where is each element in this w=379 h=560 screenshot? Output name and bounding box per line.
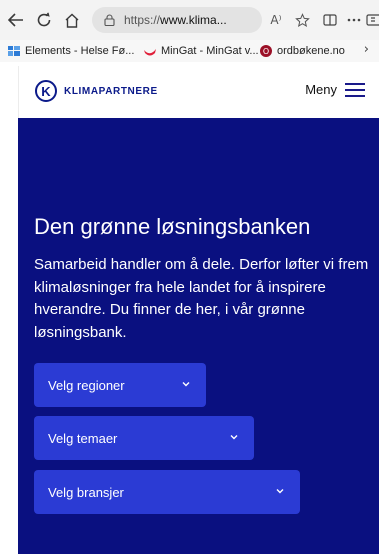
sidebar-icon[interactable] bbox=[366, 10, 379, 30]
region-select-label: Velg regioner bbox=[48, 377, 125, 393]
industry-select-label: Velg bransjer bbox=[48, 484, 124, 500]
browser-toolbar: https://www.klima... A⁾ bbox=[0, 0, 379, 40]
more-options-icon[interactable] bbox=[344, 10, 364, 30]
refresh-icon[interactable] bbox=[34, 10, 54, 30]
region-select[interactable]: Velg regioner bbox=[34, 363, 206, 407]
bookmark-label: ordbøkene.no bbox=[277, 45, 345, 57]
menu-button[interactable]: Meny bbox=[305, 82, 365, 97]
site-header: K KLIMAPARTNERE Meny bbox=[18, 66, 379, 118]
address-bar[interactable]: https://www.klima... bbox=[92, 7, 262, 33]
chevron-down-icon bbox=[276, 489, 284, 494]
read-aloud-icon[interactable]: A⁾ bbox=[266, 10, 286, 30]
ordbokene-favicon-icon: O bbox=[260, 45, 272, 57]
back-arrow-icon[interactable] bbox=[6, 10, 26, 30]
page-title: Den grønne løsningsbanken bbox=[34, 214, 311, 239]
menu-label: Meny bbox=[305, 82, 337, 97]
bookmark-label: MinGat - MinGat v... bbox=[161, 45, 259, 57]
svg-text:O: O bbox=[263, 47, 269, 56]
topic-select[interactable]: Velg temaer bbox=[34, 416, 254, 460]
hamburger-icon bbox=[345, 82, 365, 97]
logo-text: KLIMAPARTNERE bbox=[64, 85, 158, 97]
bookmark-label: Elements - Helse Fø... bbox=[25, 45, 135, 57]
industry-select[interactable]: Velg bransjer bbox=[34, 470, 300, 514]
bookmarks-more-icon[interactable]: › bbox=[364, 42, 369, 57]
hero-section: Den grønne løsningsbanken Samarbeid hand… bbox=[18, 118, 379, 554]
hero-description: Samarbeid handler om å dele. Derfor løft… bbox=[34, 256, 369, 341]
bookmark-elements[interactable]: Elements - Helse Fø... bbox=[8, 43, 134, 59]
home-icon[interactable] bbox=[62, 10, 82, 30]
logo-mark-icon: K bbox=[35, 80, 57, 102]
chevron-down-icon bbox=[182, 382, 190, 387]
bookmark-mingat[interactable]: MinGat - MinGat v... bbox=[144, 43, 259, 59]
topic-select-label: Velg temaer bbox=[48, 430, 118, 446]
chevron-down-icon bbox=[230, 435, 238, 440]
bookmark-ordbokene[interactable]: O ordbøkene.no bbox=[260, 43, 345, 59]
lock-icon bbox=[104, 14, 116, 26]
split-screen-icon[interactable] bbox=[320, 10, 340, 30]
url-text: https://www.klima... bbox=[124, 13, 227, 27]
favorite-star-icon[interactable] bbox=[292, 10, 312, 30]
mingat-favicon-icon bbox=[144, 45, 156, 57]
klimapartnere-logo[interactable]: K KLIMAPARTNERE bbox=[35, 80, 158, 102]
bookmarks-bar: Elements - Helse Fø... MinGat - MinGat v… bbox=[0, 40, 379, 62]
grid-favicon-icon bbox=[8, 45, 20, 57]
